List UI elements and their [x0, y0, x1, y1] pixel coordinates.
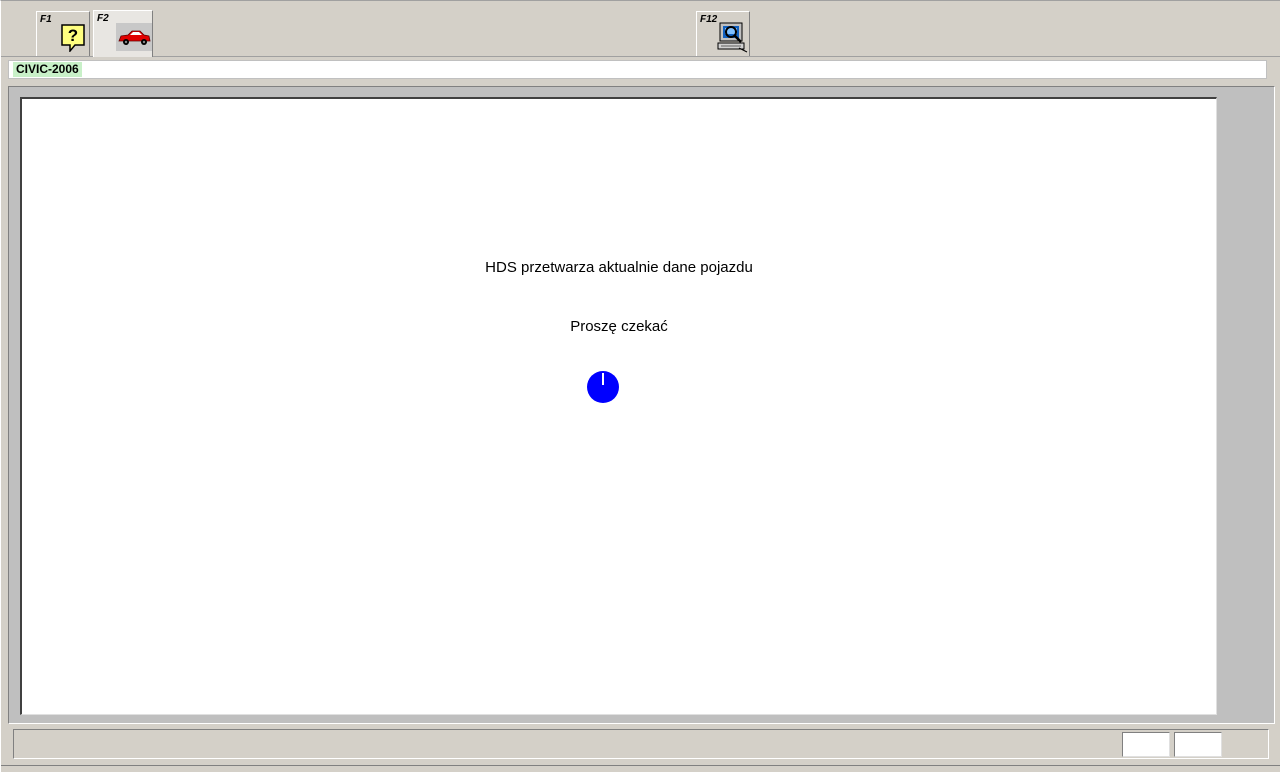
- app-window: F1 ? F2 F12 CIVIC-2006 HDS przetwarza ak…: [0, 0, 1280, 772]
- system-key-label: F12: [700, 14, 718, 25]
- help-key-label: F1: [40, 14, 52, 25]
- processing-message: HDS przetwarza aktualnie dane pojazdu: [485, 259, 753, 276]
- main-frame: HDS przetwarza aktualnie dane pojazdu Pr…: [8, 86, 1275, 724]
- wait-message: Proszę czekać: [570, 318, 668, 335]
- content-panel: HDS przetwarza aktualnie dane pojazdu Pr…: [20, 97, 1217, 715]
- help-icon: ?: [61, 24, 85, 57]
- status-cell-2: [1174, 732, 1222, 757]
- vehicle-key-label: F2: [97, 13, 109, 24]
- vehicle-model-label: CIVIC-2006: [13, 62, 82, 77]
- vehicle-info-bar: CIVIC-2006: [8, 60, 1267, 79]
- toolbar: F1 ? F2 F12: [1, 1, 1280, 57]
- computer-search-icon: [717, 21, 749, 60]
- system-button[interactable]: F12: [696, 11, 750, 56]
- status-cell-1: [1122, 732, 1170, 757]
- help-button[interactable]: F1 ?: [36, 11, 90, 56]
- svg-text:?: ?: [68, 26, 78, 45]
- car-icon: [116, 23, 152, 51]
- loading-spinner-icon: [587, 371, 619, 403]
- vehicle-button[interactable]: F2: [93, 10, 153, 57]
- status-bar: [13, 729, 1269, 759]
- window-bottom-edge: [1, 765, 1280, 766]
